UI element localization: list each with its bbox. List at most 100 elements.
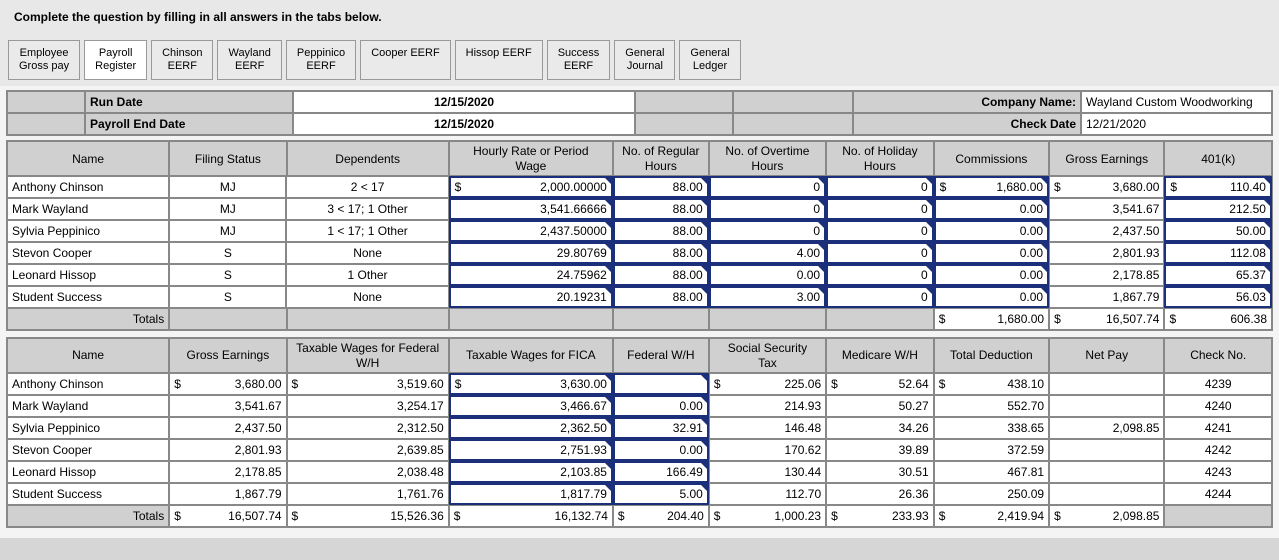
hourly-rate-input[interactable]: $2,000.00000 (449, 176, 613, 198)
tab-payroll[interactable]: PayrollRegister (84, 40, 147, 80)
holiday-hours-input[interactable]: 0 (826, 264, 934, 286)
taxable-federal: 2,639.85 (287, 439, 449, 461)
overtime-hours-input[interactable]: 0 (709, 220, 826, 242)
hourly-rate-input[interactable]: 2,437.50000 (449, 220, 613, 242)
dependents: 3 < 17; 1 Other (286, 198, 448, 220)
spacer (733, 113, 853, 135)
tab-peppinico[interactable]: PeppinicoEERF (286, 40, 356, 80)
federal-wh-input[interactable]: 5.00 (613, 483, 709, 505)
ss-tax: 170.62 (709, 439, 826, 461)
hourly-rate-input[interactable]: 29.80769 (449, 242, 613, 264)
401k-input[interactable]: 56.03 (1164, 286, 1272, 308)
commissions-input[interactable]: 0.00 (934, 242, 1049, 264)
header-grid: Run Date 12/15/2020 Company Name: Waylan… (6, 90, 1273, 136)
regular-hours-input[interactable]: 88.00 (613, 176, 709, 198)
hourly-rate-input[interactable]: 20.19231 (449, 286, 613, 308)
tab-general[interactable]: GeneralLedger (679, 40, 740, 80)
federal-wh-input[interactable]: 32.91 (613, 417, 709, 439)
taxable-fica-input[interactable]: $3,630.00 (449, 373, 613, 395)
federal-wh-input[interactable]: 0.00 (613, 439, 709, 461)
hourly-rate-input[interactable]: 24.75962 (449, 264, 613, 286)
table-row: Sylvia Peppinico2,437.502,312.502,362.50… (7, 417, 1272, 439)
spacer (635, 113, 733, 135)
dependents: 2 < 17 (286, 176, 448, 198)
net-pay (1049, 483, 1164, 505)
federal-wh-input[interactable] (613, 373, 709, 395)
taxable-federal: $3,519.60 (287, 373, 449, 395)
total-deduction: 552.70 (934, 395, 1049, 417)
regular-hours-input[interactable]: 88.00 (613, 198, 709, 220)
spacer (287, 308, 449, 330)
tab-employee[interactable]: EmployeeGross pay (8, 40, 80, 80)
401k-input[interactable]: $110.40 (1164, 176, 1272, 198)
col-taxable-fica-header: Taxable Wages for FICA (449, 338, 613, 373)
overtime-hours-input[interactable]: 0 (709, 176, 826, 198)
taxable-fica-input[interactable]: 1,817.79 (449, 483, 613, 505)
overtime-hours-input[interactable]: 0 (709, 198, 826, 220)
overtime-hours-input[interactable]: 3.00 (709, 286, 826, 308)
commissions-input[interactable]: 0.00 (934, 198, 1049, 220)
medicare-wh: 39.89 (826, 439, 934, 461)
regular-hours-input[interactable]: 88.00 (613, 220, 709, 242)
check-no: 4243 (1164, 461, 1272, 483)
401k-input[interactable]: 212.50 (1164, 198, 1272, 220)
commissions-input[interactable]: 0.00 (934, 220, 1049, 242)
col-overtime-hours-header: No. of OvertimeHours (709, 141, 826, 176)
total-commissions: $1,680.00 (934, 308, 1049, 330)
holiday-hours-input[interactable]: 0 (826, 220, 934, 242)
tab-success[interactable]: SuccessEERF (547, 40, 611, 80)
total-gross-earnings-2: $16,507.74 (169, 505, 286, 527)
federal-wh-input[interactable]: 0.00 (613, 395, 709, 417)
taxable-federal: 1,761.76 (287, 483, 449, 505)
total-fica-wages: $16,132.74 (449, 505, 613, 527)
commissions-input[interactable]: $1,680.00 (934, 176, 1049, 198)
ss-tax: 130.44 (709, 461, 826, 483)
holiday-hours-input[interactable]: 0 (826, 242, 934, 264)
table-row: Stevon Cooper2,801.932,639.852,751.930.0… (7, 439, 1272, 461)
federal-wh-input[interactable]: 166.49 (613, 461, 709, 483)
tab-hissop-eerf[interactable]: Hissop EERF (455, 40, 543, 80)
taxable-fica-input[interactable]: 2,362.50 (449, 417, 613, 439)
regular-hours-input[interactable]: 88.00 (613, 286, 709, 308)
gross-earnings: 2,801.93 (169, 439, 286, 461)
ss-tax: $225.06 (709, 373, 826, 395)
total-deduction: $2,419.94 (934, 505, 1049, 527)
spacer (826, 308, 934, 330)
hourly-rate-input[interactable]: 3,541.66666 (449, 198, 613, 220)
overtime-hours-input[interactable]: 4.00 (709, 242, 826, 264)
401k-input[interactable]: 65.37 (1164, 264, 1272, 286)
taxable-fica-input[interactable]: 2,751.93 (449, 439, 613, 461)
regular-hours-input[interactable]: 88.00 (613, 264, 709, 286)
table-row: Mark WaylandMJ3 < 17; 1 Other3,541.66666… (7, 198, 1272, 220)
tab-chinson[interactable]: ChinsonEERF (151, 40, 213, 80)
taxable-federal: 3,254.17 (287, 395, 449, 417)
employee-name: Anthony Chinson (7, 176, 169, 198)
commissions-input[interactable]: 0.00 (934, 286, 1049, 308)
medicare-wh: $52.64 (826, 373, 934, 395)
taxable-fica-input[interactable]: 3,466.67 (449, 395, 613, 417)
total-deduction: $438.10 (934, 373, 1049, 395)
overtime-hours-input[interactable]: 0.00 (709, 264, 826, 286)
employee-name: Mark Wayland (7, 395, 169, 417)
commissions-input[interactable]: 0.00 (934, 264, 1049, 286)
taxable-fica-input[interactable]: 2,103.85 (449, 461, 613, 483)
col-holiday-hours-header: No. of HolidayHours (826, 141, 934, 176)
regular-hours-input[interactable]: 88.00 (613, 242, 709, 264)
gross-earnings: 2,801.93 (1049, 242, 1164, 264)
holiday-hours-input[interactable]: 0 (826, 198, 934, 220)
tab-cooper-eerf[interactable]: Cooper EERF (360, 40, 450, 80)
filing-status: MJ (169, 176, 286, 198)
net-pay (1049, 461, 1164, 483)
tab-wayland[interactable]: WaylandEERF (217, 40, 281, 80)
spacer (7, 91, 85, 113)
holiday-hours-input[interactable]: 0 (826, 176, 934, 198)
401k-input[interactable]: 50.00 (1164, 220, 1272, 242)
col-name-header: Name (7, 141, 169, 176)
filing-status: MJ (169, 220, 286, 242)
401k-input[interactable]: 112.08 (1164, 242, 1272, 264)
employee-name: Anthony Chinson (7, 373, 169, 395)
holiday-hours-input[interactable]: 0 (826, 286, 934, 308)
col-name-header-2: Name (7, 338, 169, 373)
tab-general[interactable]: GeneralJournal (614, 40, 675, 80)
col-dependents-header: Dependents (287, 141, 449, 176)
